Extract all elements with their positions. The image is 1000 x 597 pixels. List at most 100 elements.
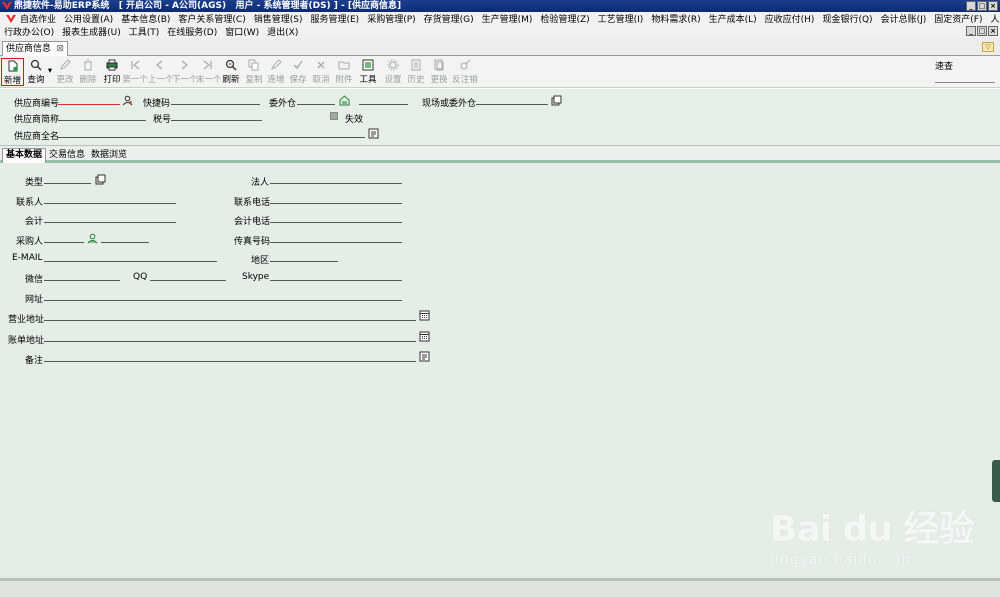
menu-crm[interactable]: 客户关系管理(C) [178,12,245,25]
tab-basic-data[interactable]: 基本数据 [2,148,47,163]
menu-service[interactable]: 服务管理(E) [310,12,359,25]
copy-button[interactable]: 复制 [244,58,264,86]
menu-purchase[interactable]: 采购管理(P) [367,12,415,25]
short-name-input[interactable] [58,111,146,121]
print-button[interactable]: 打印 [102,58,122,86]
unaudit-button[interactable]: 反注销 [452,58,478,86]
window-picker-icon[interactable] [551,95,562,106]
new-button[interactable]: 新增 [1,58,24,86]
full-name-input[interactable] [58,128,365,138]
memo-icon[interactable] [368,128,379,139]
site-or-outsource-input[interactable] [476,95,548,105]
menu-self-select[interactable]: 自选作业 [20,12,56,25]
menu-process[interactable]: 工艺管理(I) [598,12,644,25]
menu-common-settings[interactable]: 公用设置(A) [64,12,113,25]
menu-fixed-assets[interactable]: 固定资产(F) [934,12,982,25]
close-button[interactable]: × [988,1,998,11]
address-calendar-icon[interactable] [419,310,430,321]
menu-ledger[interactable]: 会计总账(J) [881,12,927,25]
menu-cash-bank[interactable]: 现金银行(Q) [822,12,872,25]
save-button[interactable]: 保存 [288,58,308,86]
replace-button[interactable]: 更换 [429,58,449,86]
attachment-button[interactable]: 附件 [334,58,354,86]
contact-phone-input[interactable] [270,194,402,204]
minimize-button[interactable]: _ [966,1,976,11]
tab-transaction-info[interactable]: 交易信息 [46,149,88,163]
tab-dropdown-icon[interactable]: ▽ [982,42,994,52]
email-input[interactable] [44,252,217,262]
accountant-phone-input[interactable] [270,213,402,223]
buyer-input[interactable] [44,233,84,243]
warehouse-icon[interactable] [339,95,350,106]
menu-mrp[interactable]: 物料需求(R) [651,12,700,25]
tools-button[interactable]: 工具 [358,58,378,86]
type-input[interactable] [44,174,91,184]
history-button[interactable]: 历史 [406,58,426,86]
skype-input[interactable] [270,271,402,281]
maximize-button[interactable]: □ [977,1,987,11]
last-record-button[interactable]: 末一个 [196,58,222,86]
qq-input[interactable] [150,271,226,281]
next-record-button[interactable]: 下一个 [172,58,198,86]
refresh-button[interactable]: 刷新 [221,58,241,86]
menu-window[interactable]: 窗口(W) [225,25,259,38]
remark-input[interactable] [44,352,416,362]
app-logo-icon [2,2,12,10]
site-or-outsource-label: 现场或委外仓 [422,99,477,109]
menu-exit[interactable]: 退出(X) [267,25,298,38]
billing-calendar-icon[interactable] [419,331,430,342]
menu-inspection[interactable]: 检验管理(Z) [540,12,589,25]
website-input[interactable] [44,291,402,301]
tax-no-input[interactable] [171,111,262,121]
quick-search-input[interactable] [935,71,995,83]
region-input[interactable] [270,252,338,262]
settings-button[interactable]: 设置 [382,58,404,86]
menu-report-builder[interactable]: 报表生成器(U) [62,25,121,38]
buyer-person-icon[interactable] [87,233,98,244]
menu-hr[interactable]: 人事管理(Y) [990,12,1000,25]
menu-tools[interactable]: 工具(T) [129,25,160,38]
fax-input[interactable] [270,233,402,243]
history-icon [411,59,421,71]
menu-online-service[interactable]: 在线服务(D) [167,25,217,38]
menu-cost[interactable]: 生产成本(L) [709,12,757,25]
batch-add-button[interactable]: 连增 [266,58,286,86]
menu-office[interactable]: 行政办公(O) [4,25,54,38]
tab-close-icon[interactable]: ⊠ [56,42,64,56]
folder-icon [338,61,350,70]
legal-person-input[interactable] [270,174,402,184]
child-maximize-button[interactable]: □ [977,26,987,36]
menu-basic-info[interactable]: 基本信息(B) [121,12,170,25]
trash-icon [84,59,92,71]
skype-label: Skype [242,272,270,282]
accountant-input[interactable] [44,213,176,223]
prev-record-button[interactable]: 上一个 [148,58,174,86]
edit-button[interactable]: 更改 [55,58,75,86]
query-dropdown[interactable]: ▾ [46,58,54,86]
title-bar: 鼎捷软件-易助ERP系统 [ 开启公司 - A公司(AGS) 用户 - 系统管理… [0,0,1000,12]
first-record-button[interactable]: 第一个 [122,58,148,86]
child-minimize-button[interactable]: _ [966,26,976,36]
quick-code-input[interactable] [171,95,260,105]
type-picker-icon[interactable] [95,174,106,185]
tab-supplier-info[interactable]: 供应商信息 ⊠ [2,41,68,56]
supplier-no-input[interactable] [58,95,120,105]
cancel-button[interactable]: 取消 [311,58,331,86]
menu-ar-ap[interactable]: 应收应付(H) [765,12,815,25]
menu-sales[interactable]: 销售管理(S) [254,12,303,25]
gear-icon [387,59,399,71]
query-button[interactable]: 查询 [26,58,46,86]
remark-memo-icon[interactable] [419,351,430,362]
billing-address-input[interactable] [44,332,416,342]
business-address-input[interactable] [44,311,416,321]
person-lookup-icon[interactable] [122,95,133,106]
outsource-warehouse-input[interactable] [297,95,335,105]
invalid-checkbox[interactable] [330,112,338,120]
delete-button[interactable]: 删除 [78,58,98,86]
contact-input[interactable] [44,194,176,204]
tab-data-browse[interactable]: 数据浏览 [88,149,130,163]
child-close-button[interactable]: × [988,26,998,36]
wechat-input[interactable] [44,271,120,281]
menu-production[interactable]: 生产管理(M) [482,12,533,25]
menu-inventory[interactable]: 存货管理(G) [424,12,474,25]
